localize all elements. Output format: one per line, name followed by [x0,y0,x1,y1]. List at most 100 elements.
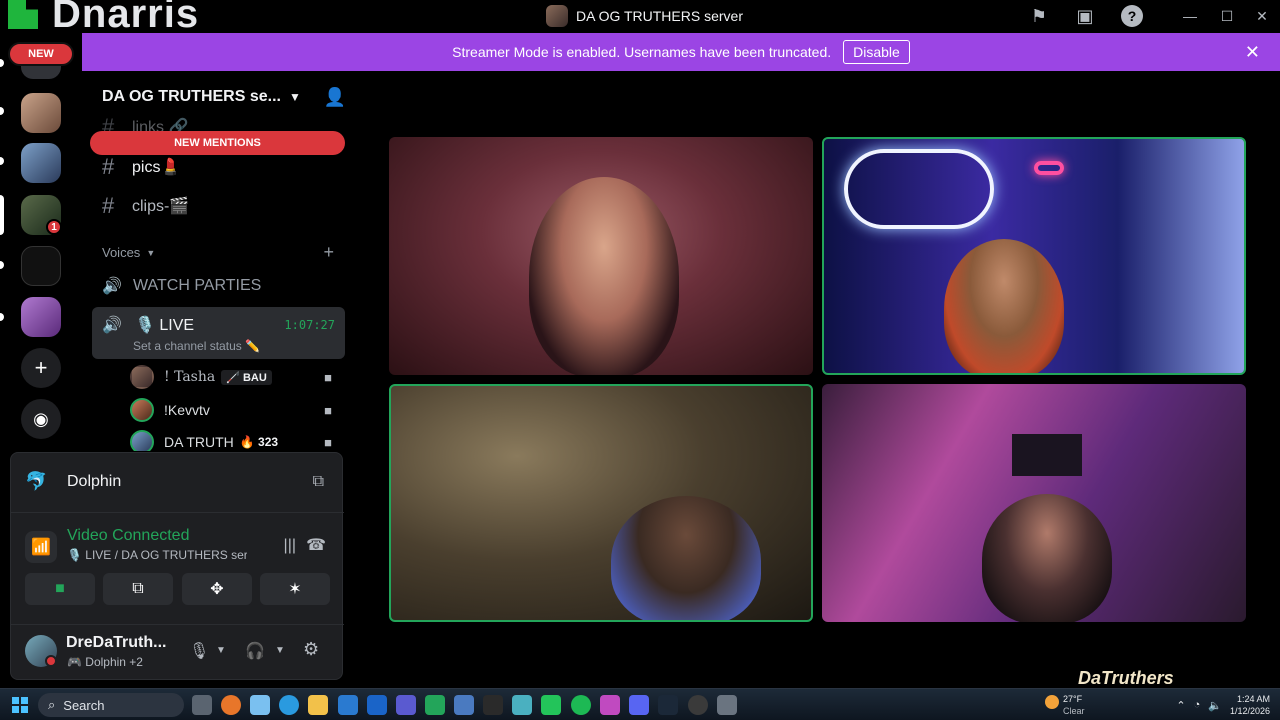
minimize-icon[interactable]: — [1179,5,1201,27]
firefox-icon[interactable] [221,695,241,715]
channel-status[interactable]: Set a channel status ✏️ [133,339,260,353]
clock[interactable]: 1:24 AM 1/12/2026 [1230,693,1270,717]
server-icon[interactable] [21,246,61,286]
discover-compass-icon[interactable]: ◉ [21,399,61,439]
voice-channel-watch-parties[interactable]: 🔊 WATCH PARTIES [102,274,261,298]
invite-people-icon[interactable]: 👤 [324,87,346,108]
server-avatar [546,5,568,27]
close-window-icon[interactable]: ✕ [1251,5,1273,27]
voices-category[interactable]: Voices ▼ + [102,242,334,263]
headphones-icon[interactable]: 🎧 [245,641,265,661]
server-icon[interactable] [21,143,61,183]
flag-icon[interactable]: ⚑ [1028,5,1050,27]
activities-button[interactable]: ✥ [182,573,252,605]
category-name: Voices [102,245,141,260]
channel-clips[interactable]: # clips-🎬 [102,193,190,218]
neon-cloud [1034,161,1064,175]
member-count-badge: 🔥 323 [239,435,279,449]
file-explorer-icon[interactable] [308,695,328,715]
app-icon[interactable] [483,695,503,715]
taskbar-search[interactable]: ⌕ Search [38,693,184,717]
taskbar: ⌕ Search 27°F Clear ⌃ ◔ 🔈 1:24 AM 1/12/2… [0,688,1280,720]
voice-member[interactable]: ! Tasha 🦯 BAU ■ [130,365,338,389]
avatar [130,430,154,451]
outlook-icon[interactable] [367,695,387,715]
hash-icon: # [102,193,115,218]
app-icon[interactable] [600,695,620,715]
member-name: !Kevvtv [164,402,210,418]
server-icon[interactable] [21,297,61,337]
system-tray: ⌃ ◔ 🔈 1:24 AM 1/12/2026 [1176,691,1270,719]
guild-header[interactable]: DA OG TRUTHERS se... ▼ 👤 [102,85,352,109]
search-icon: ⌕ [48,697,56,712]
video-tile-speaking[interactable] [822,137,1246,375]
video-tile[interactable] [822,384,1246,622]
microphone-icon[interactable]: 🎙 [189,641,209,661]
maximize-icon[interactable]: ☐ [1216,5,1238,27]
task-view-icon[interactable] [192,695,212,715]
user-panel: 🐬 Dolphin ⧉ 📶 Video Connected 🎙️ LIVE / … [10,452,344,681]
chevron-down-icon[interactable]: ▼ [275,645,285,656]
speaker-icon: 🔊 [102,317,122,334]
windows-start-icon[interactable] [12,697,28,713]
unread-indicator [0,313,4,321]
new-mentions-button[interactable]: NEW MENTIONS [90,131,345,155]
teams-icon[interactable] [396,695,416,715]
spotify-icon[interactable] [571,695,591,715]
edge-icon[interactable] [279,695,299,715]
server-icon[interactable] [21,93,61,133]
disconnect-icon[interactable]: ☎ [306,535,326,555]
call-timer: 1:07:27 [284,318,335,332]
chevron-down-icon: ▼ [146,247,156,258]
app-icon[interactable] [454,695,474,715]
video-tile-speaking[interactable] [389,384,813,622]
copilot-icon[interactable] [250,695,270,715]
new-badge[interactable]: NEW [8,42,74,66]
member-name: ! Tasha [164,369,216,385]
signal-icon[interactable]: 📶 [25,531,57,563]
user-area: DreDaTruth... 🎮 Dolphin +2 🎙 ▼ 🎧 ▼ ⚙ [11,629,344,681]
channel-name: clips-🎬 [132,198,190,215]
steam-icon[interactable] [658,695,678,715]
activity-name: Dolphin [67,473,122,490]
disable-streamer-mode-button[interactable]: Disable [843,40,910,64]
obs-icon[interactable] [688,695,708,715]
voice-member[interactable]: DA TRUTH 🔥 323 ■ [130,430,338,451]
member-tag: 🦯 BAU [221,369,272,385]
camera-button[interactable]: ■ [25,573,95,605]
app-icon[interactable] [541,695,561,715]
add-server-button[interactable]: + [21,348,61,388]
chevron-up-icon[interactable]: ⌃ [1176,699,1185,712]
close-banner-icon[interactable]: ✕ [1245,42,1260,63]
app-icon[interactable] [425,695,445,715]
volume-icon[interactable]: 🔈 [1208,699,1222,712]
video-tile[interactable] [389,137,813,375]
streamer-mode-banner: Streamer Mode is enabled. Usernames have… [82,33,1280,71]
participant-video [529,177,679,375]
discord-icon[interactable] [629,695,649,715]
inbox-icon[interactable]: ▣ [1074,5,1096,27]
member-name: DA TRUTH [164,434,234,450]
settings-icon[interactable] [717,695,737,715]
chevron-down-icon[interactable]: ▼ [216,645,226,656]
voice-channel-live[interactable]: 🔊 🎙️ LIVE 1:07:27 Set a channel status ✏… [92,307,345,359]
rtc-channel[interactable]: 🎙️ LIVE / DA OG TRUTHERS ser... [67,548,247,562]
rtc-state[interactable]: Video Connected [67,527,189,545]
screen-share-button[interactable]: ⧉ [103,573,173,605]
channel-name: WATCH PARTIES [133,277,262,294]
weather-widget[interactable]: 27°F Clear [1045,692,1105,718]
voice-member[interactable]: !Kevvtv ■ [130,398,338,422]
app-icon[interactable] [512,695,532,715]
wifi-icon[interactable]: ◔ [1194,699,1201,711]
stream-watermark: DaTruthers [1078,668,1174,688]
create-channel-icon[interactable]: + [323,242,334,263]
stream-activity-icon[interactable]: ⧉ [313,473,324,491]
username[interactable]: DreDaTruth... [66,634,166,652]
store-icon[interactable] [338,695,358,715]
channel-pics[interactable]: # pics💄 [102,154,180,179]
gear-icon[interactable]: ⚙ [303,639,319,660]
help-icon[interactable]: ? [1121,5,1143,27]
noise-suppression-icon[interactable]: ||| [284,537,296,555]
soundboard-button[interactable]: ✶ [260,573,330,605]
window-title-text: DA OG TRUTHERS server [576,8,743,24]
